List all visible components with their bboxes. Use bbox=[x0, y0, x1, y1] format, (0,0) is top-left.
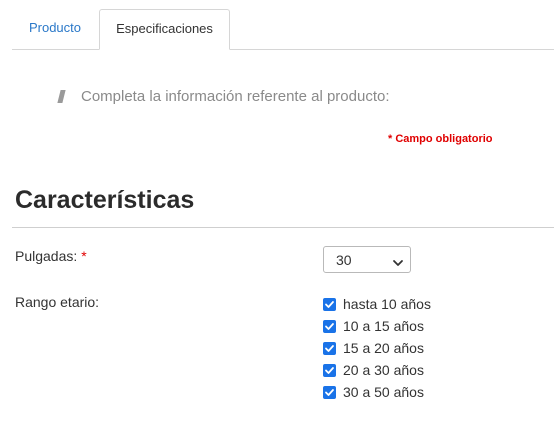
checkbox-checked-icon[interactable] bbox=[323, 341, 336, 355]
checkbox-label: 15 a 20 años bbox=[343, 340, 424, 356]
required-star: * bbox=[81, 248, 87, 264]
pulgadas-label: Pulgadas: * bbox=[15, 248, 87, 264]
checkbox-checked-icon[interactable] bbox=[323, 297, 336, 311]
checkbox-label: 30 a 50 años bbox=[343, 384, 424, 400]
checkbox-option-30-50[interactable]: 30 a 50 años bbox=[323, 381, 431, 403]
checkbox-option-10-15[interactable]: 10 a 15 años bbox=[323, 315, 431, 337]
checkbox-checked-icon[interactable] bbox=[323, 363, 336, 377]
section-divider bbox=[12, 227, 554, 228]
checkbox-option-hasta-10[interactable]: hasta 10 años bbox=[323, 293, 431, 315]
pulgadas-select-value: 30 bbox=[336, 252, 352, 268]
chevron-down-icon bbox=[392, 255, 404, 266]
checkbox-checked-icon[interactable] bbox=[323, 319, 336, 333]
tab-bar: Producto Especificaciones bbox=[0, 0, 554, 50]
checkbox-option-15-20[interactable]: 15 a 20 años bbox=[323, 337, 431, 359]
info-text: Completa la información referente al pro… bbox=[81, 87, 390, 105]
pulgadas-label-text: Pulgadas: bbox=[15, 248, 78, 264]
checkbox-option-20-30[interactable]: 20 a 30 años bbox=[323, 359, 431, 381]
tab-producto[interactable]: Producto bbox=[12, 9, 98, 49]
checkbox-label: hasta 10 años bbox=[343, 296, 431, 312]
info-bar-icon bbox=[57, 89, 66, 103]
tabs-divider bbox=[12, 49, 554, 50]
info-callout: Completa la información referente al pro… bbox=[57, 86, 390, 106]
required-field-note: * Campo obligatorio bbox=[388, 133, 493, 145]
tab-especificaciones[interactable]: Especificaciones bbox=[99, 9, 230, 50]
rango-etario-label: Rango etario: bbox=[15, 294, 100, 310]
pulgadas-select[interactable]: 30 bbox=[323, 246, 411, 273]
rango-etario-checklist: hasta 10 años 10 a 15 años 15 a 20 años … bbox=[323, 293, 431, 403]
checkbox-label: 20 a 30 años bbox=[343, 362, 424, 378]
section-title: Características bbox=[15, 186, 195, 214]
checkbox-checked-icon[interactable] bbox=[323, 385, 336, 399]
checkbox-label: 10 a 15 años bbox=[343, 318, 424, 334]
